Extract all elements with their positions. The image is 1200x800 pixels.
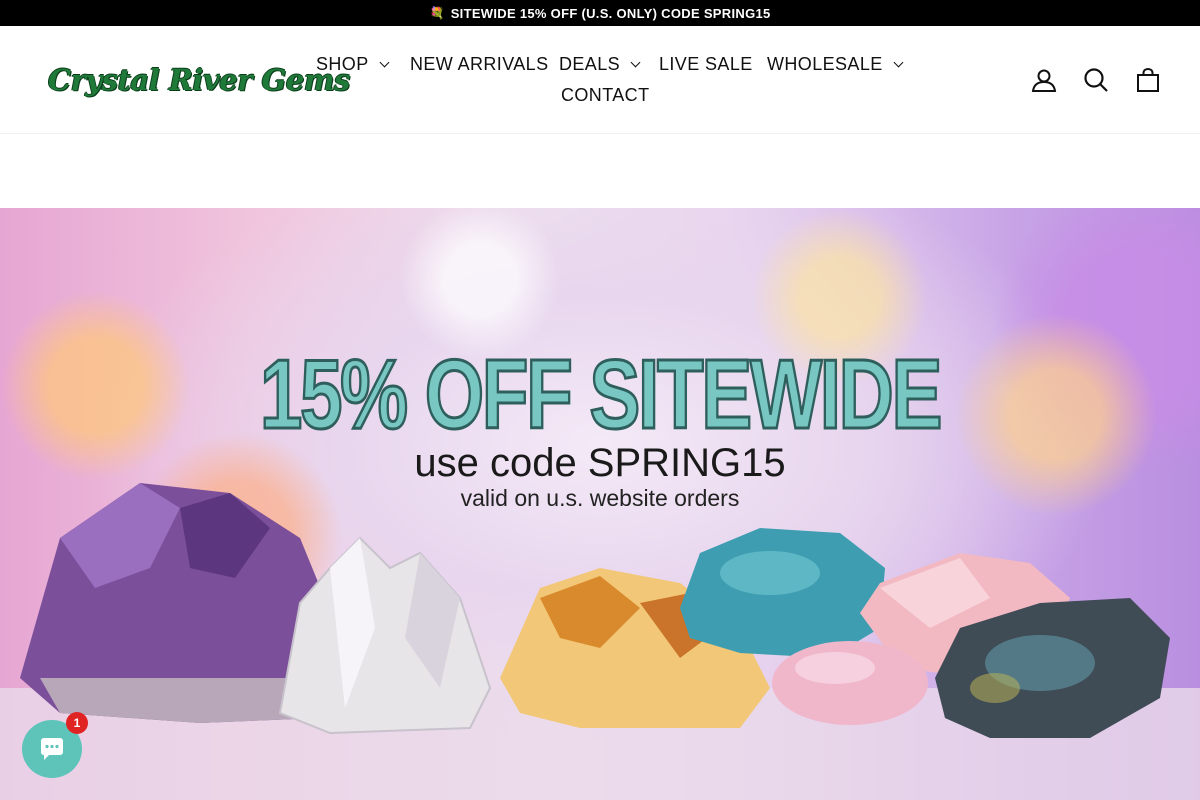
site-header: Crystal River Gems SHOP NEW ARRIVALS DEA… [0,26,1200,134]
chevron-down-icon [630,57,641,67]
nav-deals-label: DEALS [559,54,621,74]
nav-wholesale[interactable]: WHOLESALE [767,54,904,75]
nav-new-arrivals-label: NEW ARRIVALS [410,54,549,74]
announcement-text: SITEWIDE 15% OFF (U.S. ONLY) CODE SPRING… [450,5,771,21]
nav-contact[interactable]: CONTACT [561,85,649,106]
nav-shop-label: SHOP [316,54,369,74]
nav-shop[interactable]: SHOP [316,54,390,75]
nav-wholesale-label: WHOLESALE [767,54,883,74]
chevron-down-icon [379,57,390,67]
chevron-down-icon [893,57,904,67]
nav-contact-label: CONTACT [561,85,650,105]
nav-live-sale[interactable]: LIVE SALE [659,54,753,75]
hero-note: valid on u.s. website orders [460,485,740,511]
search-icon[interactable] [1082,66,1110,94]
nav-live-sale-label: LIVE SALE [659,54,753,74]
hero-banner[interactable]: 15% OFF SITEWIDE use code SPRING15 valid… [0,208,1200,800]
hero-title: 15% OFF SITEWIDE [259,338,944,451]
cart-icon[interactable] [1134,66,1162,94]
hero-subtitle: use code SPRING15 [414,441,786,485]
chat-unread-badge: 1 [66,712,88,734]
announcement-bar: 💐 SITEWIDE 15% OFF (U.S. ONLY) CODE SPRI… [0,0,1200,26]
header-icons [1000,26,1200,134]
flower-icon: 💐 [429,6,445,20]
nav-deals[interactable]: DEALS [559,54,641,75]
nav-new-arrivals[interactable]: NEW ARRIVALS [410,54,549,75]
chat-icon [41,738,63,760]
main-nav: SHOP NEW ARRIVALS DEALS LIVE SALE WHOLES… [300,26,904,134]
account-icon[interactable] [1030,66,1058,94]
